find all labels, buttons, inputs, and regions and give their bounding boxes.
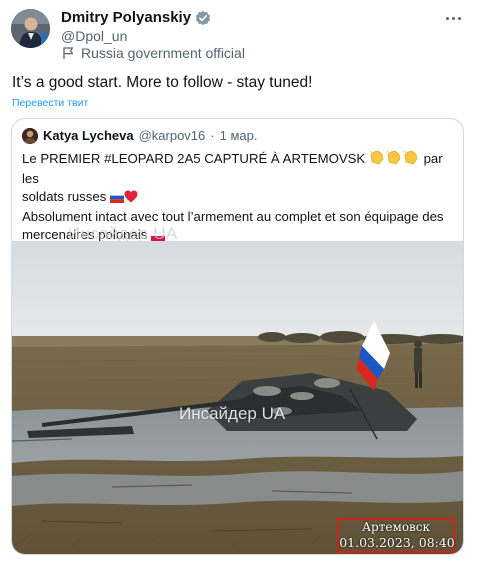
quoted-line-2: soldats russes — [22, 188, 452, 208]
author-name-text[interactable]: Dmitry Polyanskiy — [61, 9, 191, 27]
quoted-line-1: Le PREMIER #LEOPARD 2A5 CAPTURÉ À ARTEMO… — [22, 149, 452, 188]
author-name[interactable]: Dmitry Polyanskiy — [61, 9, 211, 27]
author-handle[interactable]: @Dpol_un — [61, 27, 127, 45]
translate-link[interactable]: Перевести твит — [12, 96, 88, 110]
quoted-date[interactable]: 1 мар. — [220, 128, 258, 144]
separator-dot: · — [210, 128, 215, 143]
stamp-location: Артемовск — [361, 520, 431, 534]
clapping-hands-icon — [369, 149, 420, 170]
quoted-tweet-header: Katya Lycheva @karpov16 · 1 мар. — [22, 128, 257, 144]
quoted-line-2-text: soldats russes — [22, 189, 110, 204]
author-avatar[interactable] — [11, 9, 50, 48]
quoted-author-name[interactable]: Katya Lycheva — [43, 128, 134, 144]
quoted-author-handle[interactable]: @karpov16 — [139, 128, 206, 144]
quoted-tweet[interactable]: Katya Lycheva @karpov16 · 1 мар. Le PREM… — [11, 118, 464, 555]
affiliation-text: Russia government official — [81, 45, 245, 61]
quoted-photo[interactable] — [12, 241, 463, 554]
watermark-center: Инсайдер UA — [179, 404, 286, 423]
quoted-author-avatar[interactable] — [22, 128, 38, 144]
heart-icon — [124, 190, 138, 208]
tweet-text: It’s a good start. More to follow - stay… — [12, 74, 313, 91]
quoted-line-1-text: Le PREMIER #LEOPARD 2A5 CAPTURÉ À ARTEMO… — [22, 151, 369, 166]
stamp-datetime: 01.03.2023, 08:40 — [339, 535, 455, 550]
affiliation-label: Russia government official — [61, 44, 245, 62]
more-icon[interactable] — [440, 8, 466, 28]
verified-badge-icon — [195, 10, 211, 26]
flag-icon — [61, 46, 75, 60]
russia-flag-icon — [109, 190, 125, 208]
tweet: Dmitry Polyanskiy @Dpol_un Russia govern… — [0, 0, 478, 563]
